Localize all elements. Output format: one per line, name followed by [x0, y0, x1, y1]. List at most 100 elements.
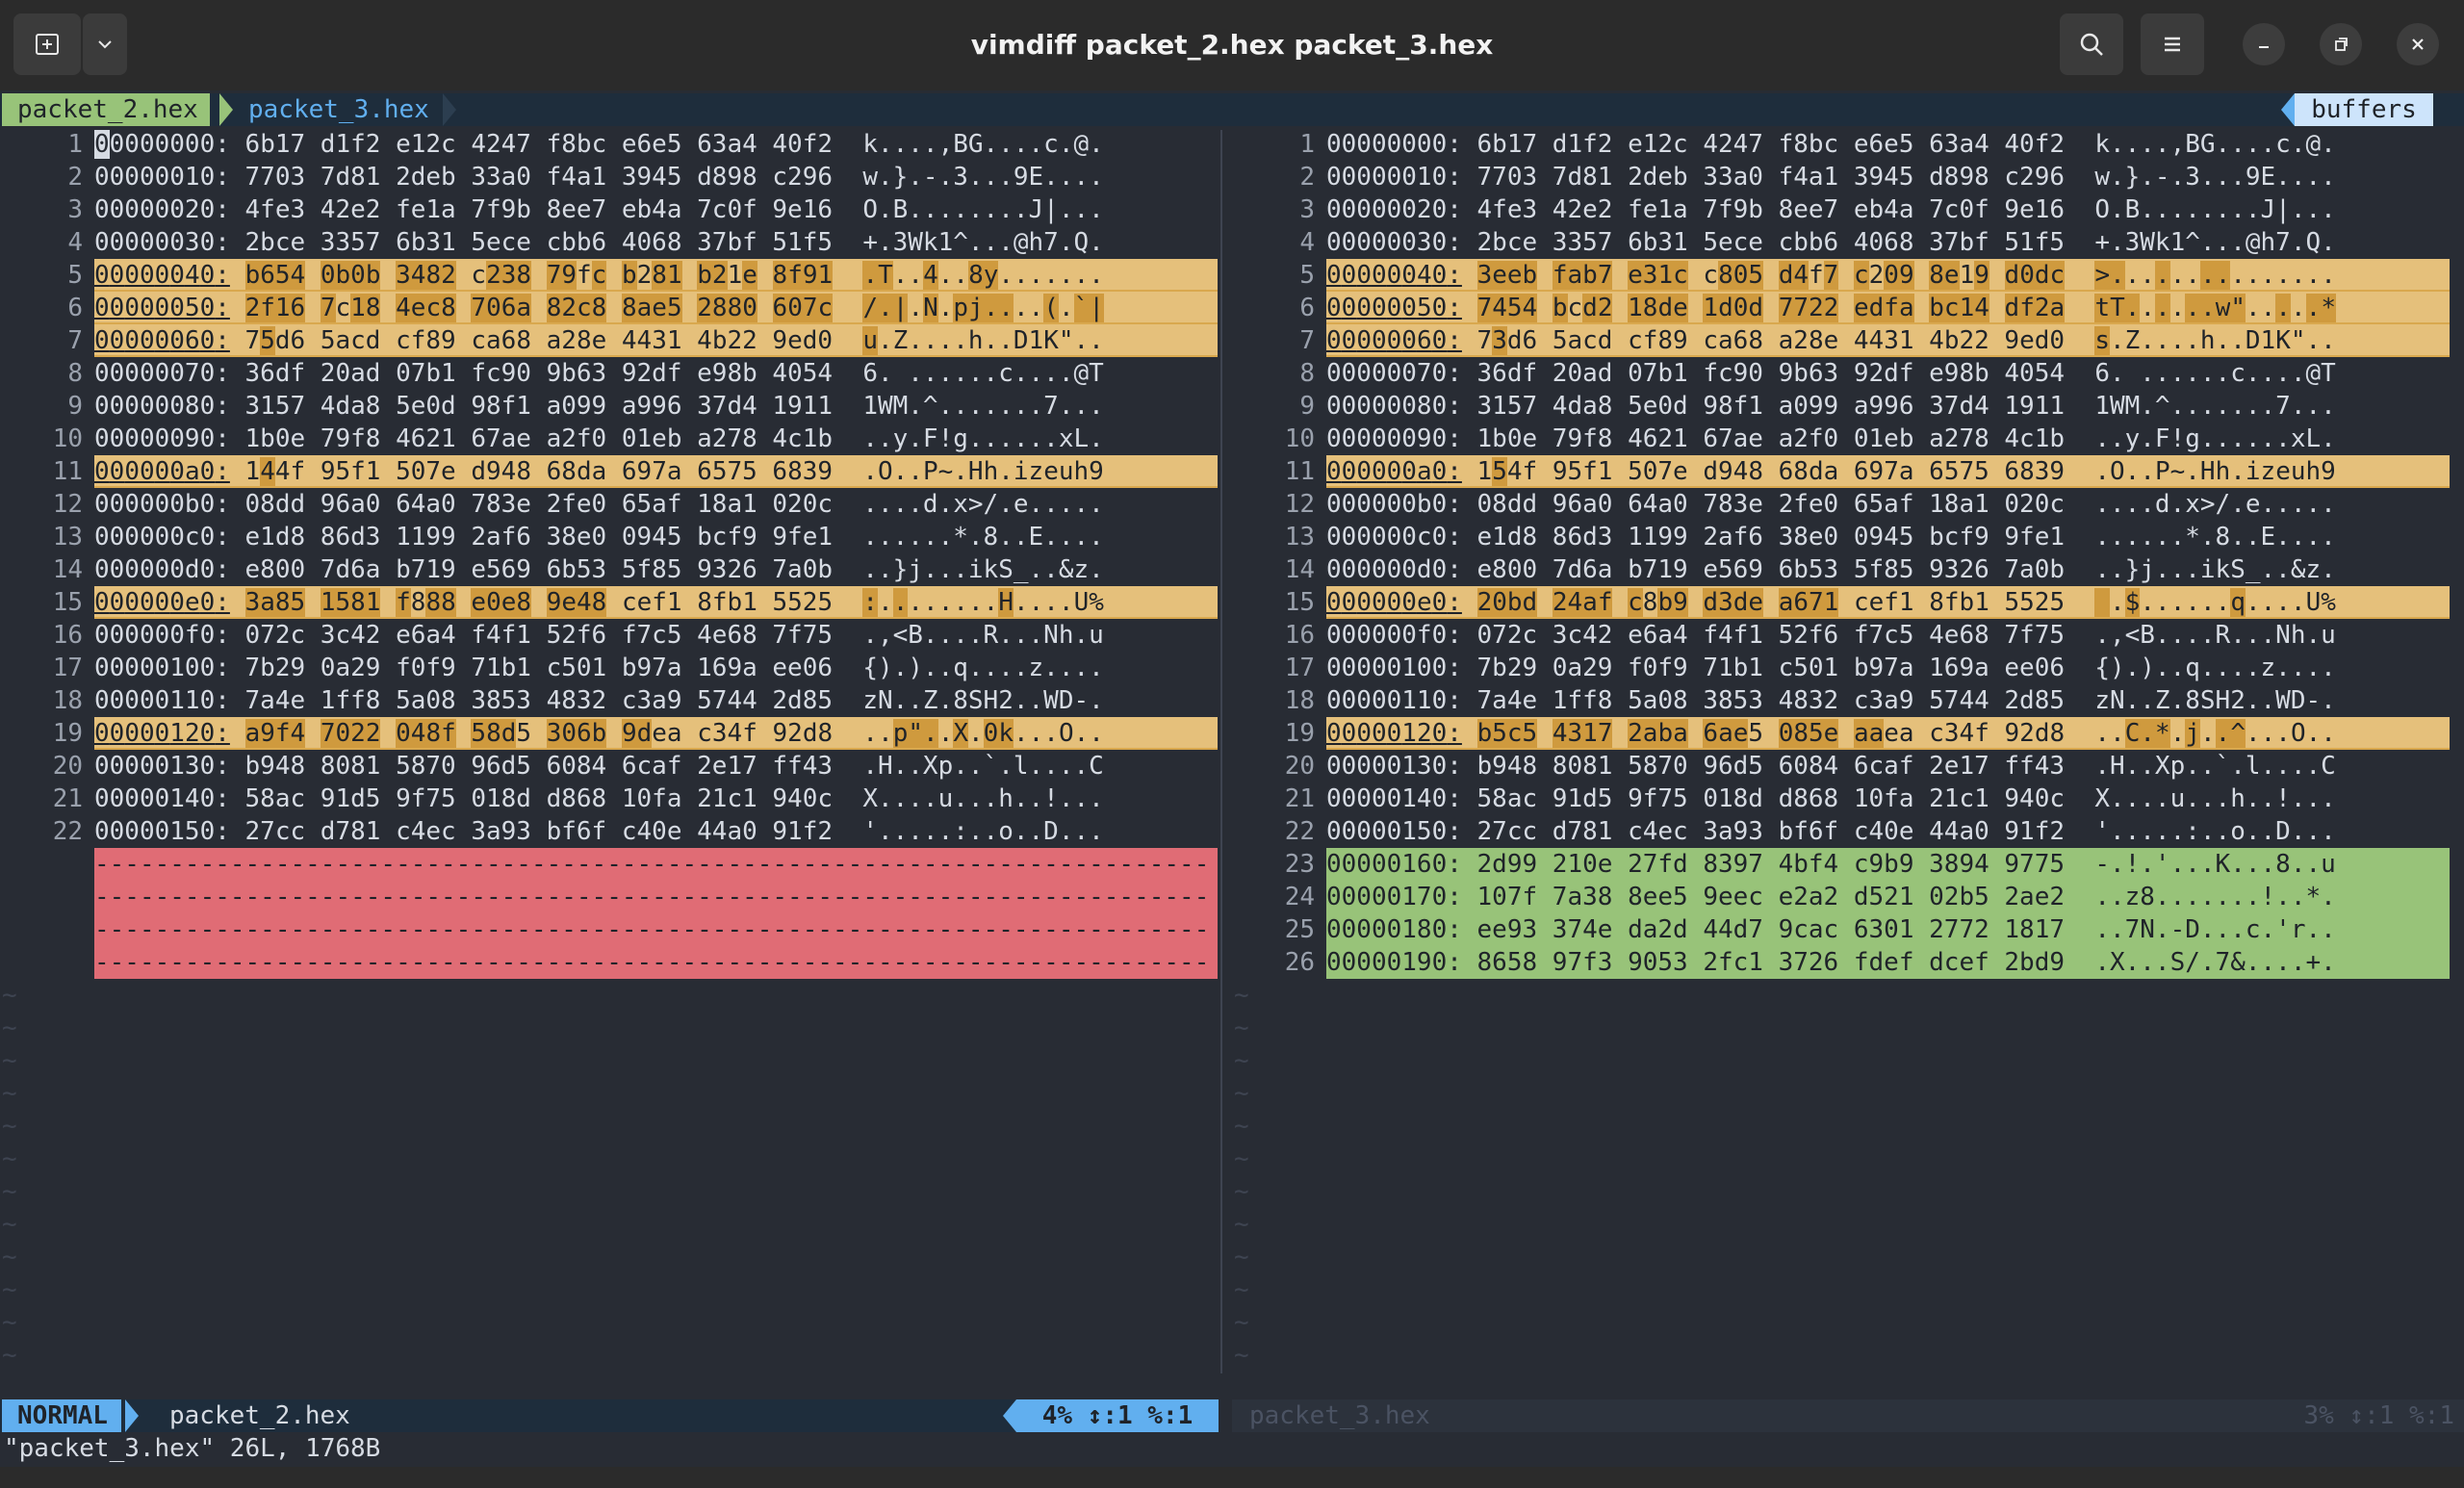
left-statusline-content: NORMAL packet_2.hex 4% ↕:1 %:1 [0, 1399, 1219, 1432]
hex-line[interactable]: 15 000000e0: 20bd 24af c8b9 d3de a671 cef… [1232, 586, 2464, 619]
hex-line[interactable]: 7 00000060: 73d6 5acd cf89 ca68 a28e 4431… [1232, 324, 2464, 357]
hex-line[interactable]: 18 00000110: 7a4e 1ff8 5a08 3853 4832 c3a… [0, 684, 1219, 717]
hex-line[interactable]: 21 00000140: 58ac 91d5 9f75 018d d868 10f… [0, 782, 1219, 815]
hex-line[interactable]: 13 000000c0: e1d8 86d3 1199 2af6 38e0 094… [1232, 521, 2464, 553]
hex-line[interactable]: 12 000000b0: 08dd 96a0 64a0 783e 2fe0 65a… [1232, 488, 2464, 521]
hex-line[interactable]: 10 00000090: 1b0e 79f8 4621 67ae a2f0 01e… [1232, 423, 2464, 455]
hex-line[interactable]: 2 00000010: 7703 7d81 2deb 33a0 f4a1 3945… [1232, 161, 2464, 193]
diff-filler-line: ----------------------------------------… [0, 848, 1219, 881]
close-button[interactable] [2397, 23, 2439, 65]
command-line[interactable]: "packet_3.hex" 26L, 1768B [0, 1432, 2464, 1465]
menu-button[interactable] [2141, 13, 2204, 75]
hex-line[interactable]: 9 00000080: 3157 4da8 5e0d 98f1 a099 a996… [0, 390, 1219, 423]
hex-line[interactable]: 6 00000050: 7454 bcd2 18de 1d0d 7722 edfa… [1232, 292, 2464, 324]
line-number: 18 [1284, 686, 1315, 715]
hex-line[interactable]: 20 00000130: b948 8081 5870 96d5 6084 6ca… [1232, 750, 2464, 782]
maximize-button[interactable] [2320, 23, 2362, 65]
line-number: 3 [67, 195, 83, 224]
hex-line[interactable]: 14 000000d0: e800 7d6a b719 e569 6b53 5f8… [1232, 553, 2464, 586]
hex-line-text: 00000140: 58ac 91d5 9f75 018d d868 10fa … [94, 784, 1104, 813]
hex-line-text: 00000180: ee93 374e da2d 44d7 9cac 6301 … [1326, 915, 2336, 944]
hex-line[interactable]: 19 00000120: b5c5 4317 2aba 6ae5 085e aae… [1232, 717, 2464, 750]
hex-line-text: 000000f0: 072c 3c42 e6a4 f4f1 52f6 f7c5 … [94, 621, 1104, 650]
hex-line[interactable]: 25 00000180: ee93 374e da2d 44d7 9cac 630… [1232, 913, 2464, 946]
hex-line-text: 00000130: b948 8081 5870 96d5 6084 6caf … [1326, 752, 2336, 781]
hex-line[interactable]: 21 00000140: 58ac 91d5 9f75 018d d868 10f… [1232, 782, 2464, 815]
hex-line[interactable]: 15 000000e0: 3a85 1581 f888 e0e8 9e48 cef… [0, 586, 1219, 619]
hex-line[interactable]: 5 00000040: b654 0b0b 3482 c238 79fc b281… [0, 259, 1219, 292]
hex-line[interactable]: 20 00000130: b948 8081 5870 96d5 6084 6ca… [0, 750, 1219, 782]
hex-line[interactable]: 3 00000020: 4fe3 42e2 fe1a 7f9b 8ee7 eb4a… [1232, 193, 2464, 226]
window-titlebar: vimdiff packet_2.hex packet_3.hex [0, 0, 2464, 90]
hex-line-text: 00000090: 1b0e 79f8 4621 67ae a2f0 01eb … [1326, 424, 2336, 453]
hex-line[interactable]: 16 000000f0: 072c 3c42 e6a4 f4f1 52f6 f7c… [0, 619, 1219, 652]
hex-line[interactable]: 7 00000060: 75d6 5acd cf89 ca68 a28e 4431… [0, 324, 1219, 357]
line-number: 2 [67, 163, 83, 192]
hex-line[interactable]: 17 00000100: 7b29 0a29 f0f9 71b1 c501 b97… [0, 652, 1219, 684]
split-segment [1220, 261, 1222, 294]
empty-line-tilde: ~ [2, 1177, 17, 1206]
vertical-split-border[interactable] [1220, 126, 1224, 1398]
hex-line[interactable]: 11 000000a0: 154f 95f1 507e d948 68da 697… [1232, 455, 2464, 488]
split-segment [1220, 490, 1222, 523]
line-number: 25 [1284, 915, 1315, 944]
hex-line-text: 00000120: b5c5 4317 2aba 6ae5 085e aaea … [1326, 719, 2336, 748]
tab-packet-3[interactable]: packet_3.hex [248, 93, 429, 126]
empty-line-tilde: ~ [2, 1046, 17, 1075]
right-diff-pane[interactable]: 1 00000000: 6b17 d1f2 e12c 4247 f8bc e6e5… [1232, 126, 2464, 1398]
line-number: 9 [1299, 392, 1315, 421]
search-button[interactable] [2060, 13, 2123, 75]
split-segment [1220, 1177, 1222, 1210]
hex-line[interactable]: 6 00000050: 2f16 7c18 4ec8 706a 82c8 8ae5… [0, 292, 1219, 324]
line-number: 6 [67, 294, 83, 322]
empty-line-tilde: ~ [1234, 1079, 1249, 1108]
hex-line[interactable]: 26 00000190: 8658 97f3 9053 2fc1 3726 fde… [1232, 946, 2464, 979]
split-segment [1220, 1013, 1222, 1046]
hex-line[interactable]: 1 00000000: 6b17 d1f2 e12c 4247 f8bc e6e5… [0, 128, 1219, 161]
hex-line[interactable]: 10 00000090: 1b0e 79f8 4621 67ae a2f0 01e… [0, 423, 1219, 455]
hex-line[interactable]: 16 000000f0: 072c 3c42 e6a4 f4f1 52f6 f7c… [1232, 619, 2464, 652]
hex-line[interactable]: 23 00000160: 2d99 210e 27fd 8397 4bf4 c9b… [1232, 848, 2464, 881]
line-number: 4 [1299, 228, 1315, 257]
empty-line-tilde: ~ [1234, 1210, 1249, 1239]
hex-line[interactable]: 11 000000a0: 144f 95f1 507e d948 68da 697… [0, 455, 1219, 488]
line-number: 1 [67, 130, 83, 159]
hex-line[interactable]: 5 00000040: 3eeb fab7 e31c c805 d4f7 c209… [1232, 259, 2464, 292]
hex-line[interactable]: 2 00000010: 7703 7d81 2deb 33a0 f4a1 3945… [0, 161, 1219, 193]
hex-line[interactable]: 4 00000030: 2bce 3357 6b31 5ece cbb6 4068… [0, 226, 1219, 259]
hex-line[interactable]: 18 00000110: 7a4e 1ff8 5a08 3853 4832 c3a… [1232, 684, 2464, 717]
hex-line-text: 000000b0: 08dd 96a0 64a0 783e 2fe0 65af … [94, 490, 1104, 519]
mode-indicator: NORMAL [2, 1399, 121, 1432]
hex-line-text: 000000a0: 154f 95f1 507e d948 68da 697a … [1326, 457, 2336, 486]
hex-line[interactable]: 9 00000080: 3157 4da8 5e0d 98f1 a099 a996… [1232, 390, 2464, 423]
hex-line[interactable]: 24 00000170: 107f 7a38 8ee5 9eec e2a2 d52… [1232, 881, 2464, 913]
split-segment [1220, 752, 1222, 784]
hex-line-text: 00000000: 6b17 d1f2 e12c 4247 f8bc e6e5 … [1326, 130, 2336, 159]
hex-line[interactable]: 17 00000100: 7b29 0a29 f0f9 71b1 c501 b97… [1232, 652, 2464, 684]
new-tab-button[interactable] [13, 13, 81, 75]
line-number: 15 [1284, 588, 1315, 617]
minimize-icon [2259, 46, 2269, 48]
hex-line[interactable]: 1 00000000: 6b17 d1f2 e12c 4247 f8bc e6e5… [1232, 128, 2464, 161]
hex-line[interactable]: 13 000000c0: e1d8 86d3 1199 2af6 38e0 094… [0, 521, 1219, 553]
hex-line[interactable]: 12 000000b0: 08dd 96a0 64a0 783e 2fe0 65a… [0, 488, 1219, 521]
tab-dropdown-button[interactable] [83, 13, 127, 75]
hex-line[interactable]: 3 00000020: 4fe3 42e2 fe1a 7f9b 8ee7 eb4a… [0, 193, 1219, 226]
hex-line[interactable]: 8 00000070: 36df 20ad 07b1 fc90 9b63 92df… [1232, 357, 2464, 390]
hex-line-text: 00000030: 2bce 3357 6b31 5ece cbb6 4068 … [94, 228, 1104, 257]
split-segment [1220, 457, 1222, 490]
left-diff-pane[interactable]: 1 00000000: 6b17 d1f2 e12c 4247 f8bc e6e5… [0, 126, 1219, 1398]
empty-line-tilde: ~ [2, 1144, 17, 1173]
hex-line[interactable]: 14 000000d0: e800 7d6a b719 e569 6b53 5f8… [0, 553, 1219, 586]
hex-line-text: 000000d0: e800 7d6a b719 e569 6b53 5f85 … [94, 555, 1104, 584]
hex-line[interactable]: 22 00000150: 27cc d781 c4ec 3a93 bf6f c40… [1232, 815, 2464, 848]
line-number: 11 [1284, 457, 1315, 486]
hex-line-text: 000000b0: 08dd 96a0 64a0 783e 2fe0 65af … [1326, 490, 2336, 519]
tab-packet-2[interactable]: packet_2.hex [2, 93, 210, 126]
minimize-button[interactable] [2243, 23, 2285, 65]
hex-line[interactable]: 22 00000150: 27cc d781 c4ec 3a93 bf6f c40… [0, 815, 1219, 848]
hex-line[interactable]: 19 00000120: a9f4 7022 048f 58d5 306b 9de… [0, 717, 1219, 750]
hex-line[interactable]: 8 00000070: 36df 20ad 07b1 fc90 9b63 92df… [0, 357, 1219, 390]
line-number: 7 [1299, 326, 1315, 355]
hex-line[interactable]: 4 00000030: 2bce 3357 6b31 5ece cbb6 4068… [1232, 226, 2464, 259]
